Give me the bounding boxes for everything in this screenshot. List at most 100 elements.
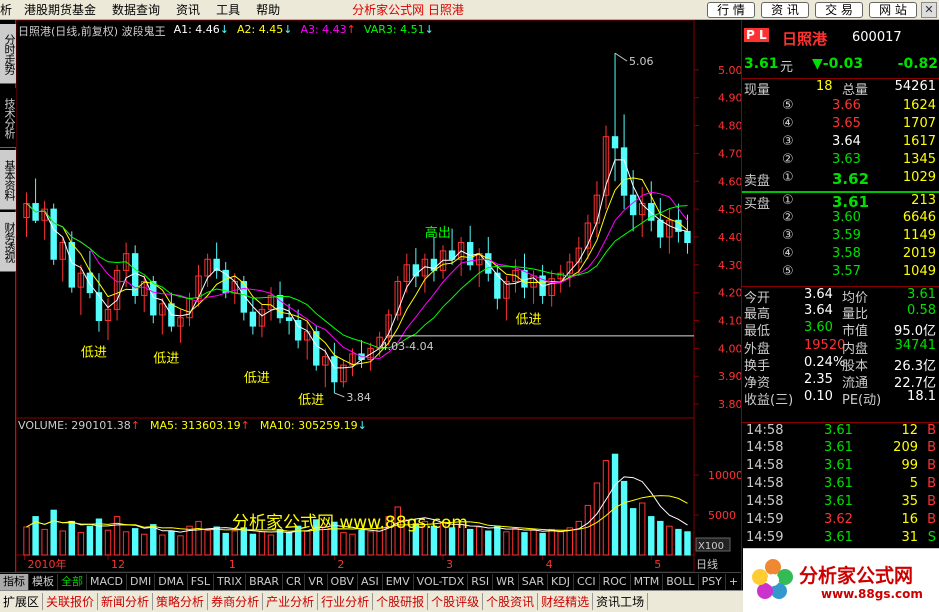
quote-row: 卖盘 ① 3.62 1029 [742,170,939,189]
quote-row: 收益(三) 0.10 PE(动) 18.1 [742,389,939,408]
menu-item-data-query[interactable]: 数据查询 [112,1,160,18]
indicator-tab[interactable]: BRAR [246,573,284,590]
quote-row: 14:59 3.62 16 B [742,512,939,530]
status-bar-item[interactable]: 策略分析 [153,593,209,610]
indicator-tab[interactable]: VR [305,573,328,590]
indicator-tab[interactable]: EMV [383,573,414,590]
indicator-tab[interactable]: PSY [699,573,726,590]
indicator-tab[interactable]: CCI [574,573,600,590]
volume-bar [530,529,537,556]
status-bar-item[interactable]: 扩展区 [0,593,44,610]
signal-label: 低进 [153,351,179,366]
chart-canvas[interactable]: 5.00 4.90 4.80 4.70 4.60 4.50 4.40 4.30 4.20 4.10… [16,20,741,572]
status-bar-item[interactable]: 新闻分析 [98,593,154,610]
daily-label: 日线 [696,557,718,571]
status-bar-item[interactable]: 个股资讯 [483,593,539,610]
indicator-tab[interactable]: KDJ [548,573,574,590]
tick-price: 3.61 [824,476,853,491]
volume-bar [557,531,564,556]
menu-item-tools[interactable]: 工具 [216,1,240,18]
indicator-tab[interactable]: SAR [519,573,549,590]
candle-body [95,292,103,322]
time-axis-label: 3 [446,558,453,571]
volume-bar [104,529,112,556]
candle-body [684,230,691,244]
bid-volume: 2019 [902,246,936,261]
signal-label: 高出 [425,225,451,241]
indicator-tab[interactable]: DMA [155,573,188,590]
price-axis-label: 3.80 [718,398,741,411]
stat-label: 内盘 [842,341,869,357]
quote-row: ④ 3.65 1707 [742,116,939,134]
volume-bar [59,530,66,556]
status-bar-item[interactable]: 关联报价 [43,593,99,610]
tick-side: B [927,440,936,455]
volume-bar [23,526,30,556]
tick-time: 14:58 [746,440,784,455]
stat-label: 量比 [842,307,869,323]
quote-row: 14:59 3.61 31 S [742,530,939,548]
indicator-tab[interactable]: WR [493,573,519,590]
website-button[interactable]: 网 站 [869,2,917,18]
indicator-tab[interactable]: ROC [600,573,631,590]
indicator-tab[interactable]: 指标 [0,573,29,590]
info-button[interactable]: 资 讯 [761,2,809,18]
arrow-down-icon: ↓ [283,23,293,36]
indicator-tab[interactable]: BOLL [663,573,699,590]
menu-item-analysis[interactable]: 析 [0,1,12,18]
status-bar-item[interactable]: 个股评级 [428,593,484,610]
stat-value: 3.61 [907,287,936,302]
volume-bar [258,531,266,556]
kline-chart[interactable]: 5.00 4.90 4.80 4.70 4.60 4.50 4.40 4.30 4.20 4.10… [16,20,741,572]
volume-bar [285,532,293,556]
quote-row: 14:58 3.61 12 B [742,422,939,440]
bid-volume: 213 [911,193,936,208]
indicator-tab[interactable]: 全部 [58,573,87,590]
price-axis-label: 5.00 [718,64,741,77]
indicator-tab[interactable]: VOL-TDX [414,573,469,590]
price-unit: 元 [780,60,794,75]
tab-technical-analysis[interactable]: 技术分析 [0,88,16,148]
volume-bar [666,525,673,556]
indicator-tab[interactable]: 模板 [29,573,58,590]
volume-bar [95,518,103,556]
indicator-tab[interactable]: CR [283,573,306,590]
status-bar-item[interactable]: 产业分析 [263,593,319,610]
status-bar-item[interactable]: 券商分析 [208,593,264,610]
ma10-value: MA10: 305259.19↓ [260,419,367,433]
stat-value: 26.3亿 [894,358,936,374]
ask-level: ③ [782,134,794,149]
indicator-tab[interactable]: MTM [631,573,664,590]
menu-item-help[interactable]: 帮助 [256,1,280,18]
trade-button[interactable]: 交 易 [815,2,863,18]
price-change: ▼-0.03 [812,56,864,72]
menu-item-hk-futures[interactable]: 港股期货基金 [24,1,96,18]
indicator-tab[interactable]: FSL [188,573,214,590]
indicator-tab[interactable]: TRIX [214,573,247,590]
quote-row: ③ 3.59 1149 [742,228,939,246]
status-bar-item[interactable]: 资讯工场 [593,593,649,610]
indicator-tab[interactable]: DMI [127,573,156,590]
quote-button[interactable]: 行 情 [707,2,755,18]
indicator-tab[interactable]: RSI [468,573,494,590]
menu-item-news[interactable]: 资讯 [176,1,200,18]
close-icon[interactable]: ✕ [921,2,937,18]
tick-price: 3.61 [824,440,853,455]
stat-value: 3.64 [804,287,833,302]
indicator-tab[interactable]: MACD [87,573,127,590]
indicator-tab[interactable]: + [726,573,743,590]
volume-bar [503,531,510,556]
tab-finance[interactable]: 财务透视 [0,212,16,272]
ask-volume: 1345 [902,152,936,167]
tab-time-share[interactable]: 分时走势 [0,24,16,84]
status-bar-item[interactable]: 行业分析 [318,593,374,610]
status-bar-item[interactable]: 个股研报 [373,593,429,610]
ask-level: ⑤ [782,98,794,113]
volume-bar [466,528,474,556]
indicator-tab[interactable]: ASI [358,573,383,590]
indicator-tab[interactable]: OBV [328,573,358,590]
tab-basic-info[interactable]: 基本资料 [0,150,16,210]
status-bar-item[interactable]: 财经精选 [538,593,594,610]
quote-row: 14:58 3.61 209 B [742,440,939,458]
volume-bar [177,535,184,556]
